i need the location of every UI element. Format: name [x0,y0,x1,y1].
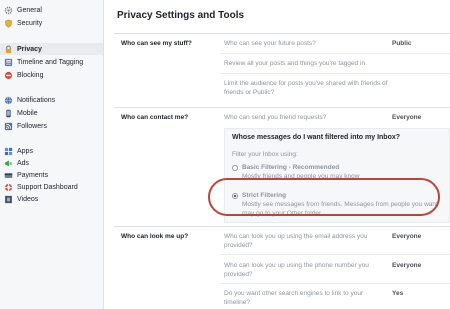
filter-title: Whose messages do I want filtered into m… [232,134,401,141]
sidebar-item-payments[interactable]: Payments [0,169,103,181]
filter-subtitle: Filter your Inbox using: [232,151,298,158]
inbox-filter-panel: Whose messages do I want filtered into m… [224,128,450,223]
section-label: Who can contact me? [121,114,189,121]
sidebar-item-timeline-and-tagging[interactable]: Timeline and Tagging [0,56,103,68]
section-who-can-see-my-stuff: Who can see my stuff? Who can see your f… [114,33,450,107]
sidebar-item-label: General [17,6,42,14]
sidebar-item-label: Mobile [17,109,38,117]
strict-filtering-description: Mostly see messages from friends. Messag… [242,201,438,217]
block-icon [4,71,13,80]
globe-icon [4,96,13,105]
sidebar-item-label: Notifications [17,96,56,104]
strict-filtering-radio[interactable] [232,193,238,199]
sidebar-item-label: Apps [17,147,33,155]
row-divider [220,53,450,54]
sidebar-item-label: Ads [17,159,30,167]
payments-icon [4,171,13,180]
setting-question[interactable]: Who can look you up using the phone numb… [224,262,384,279]
basic-filtering-label[interactable]: Basic Filtering - Recommended [242,164,339,171]
settings-sidebar: General Security Privacy Timeline and Ta… [0,0,104,309]
support-icon [4,183,13,192]
sidebar-item-label: Privacy [17,45,42,53]
sidebar-item-general[interactable]: General [0,4,103,16]
section-who-can-contact-me: Who can contact me? Who can send you fri… [114,107,450,226]
sidebar-item-privacy[interactable]: Privacy [0,43,103,55]
sidebar-item-label: Timeline and Tagging [17,58,84,66]
lock-icon [4,45,13,54]
setting-value[interactable]: Everyone [392,114,421,121]
section-who-can-look-me-up: Who can look me up? Who can look you up … [114,226,450,309]
apps-icon [4,147,13,156]
strict-filtering-label[interactable]: Strict Filtering [242,192,286,199]
sidebar-item-security[interactable]: Security [0,17,103,29]
sidebar-item-mobile[interactable]: Mobile [0,107,103,119]
row-divider [220,254,450,255]
setting-question[interactable]: Who can see your future posts? [224,40,402,49]
section-label: Who can see my stuff? [121,40,192,47]
rss-icon [4,122,13,131]
setting-question[interactable]: Who can look you up using the email addr… [224,233,384,250]
sidebar-item-followers[interactable]: Followers [0,120,103,132]
sidebar-item-label: Videos [17,195,39,203]
setting-question[interactable]: Review all your posts and things you're … [224,60,402,69]
setting-value[interactable]: Yes [392,290,403,297]
sidebar-item-label: Followers [17,122,47,130]
basic-filtering-radio[interactable] [232,165,238,171]
shield-icon [4,19,13,28]
main-content: Privacy Settings and Tools Who can see m… [105,0,450,309]
row-divider [220,283,450,284]
mobile-icon [4,109,13,118]
sidebar-item-label: Support Dashboard [17,183,78,191]
setting-question[interactable]: Do you want other search engines to link… [224,290,384,307]
sidebar-item-label: Security [17,19,43,27]
sidebar-item-videos[interactable]: Videos [0,193,103,205]
gear-icon [4,6,13,15]
ads-icon [4,159,13,168]
sidebar-item-label: Payments [17,171,49,179]
sidebar-item-support-dashboard[interactable]: Support Dashboard [0,181,103,193]
setting-value[interactable]: Everyone [392,262,421,269]
sidebar-item-blocking[interactable]: Blocking [0,69,103,81]
timeline-icon [4,58,13,67]
page-title: Privacy Settings and Tools [117,10,245,21]
basic-filtering-description: Mostly friends and people you may know [242,173,360,180]
setting-question[interactable]: Limit the audience for posts you've shar… [224,80,399,97]
sidebar-item-label: Blocking [17,71,44,79]
setting-value[interactable]: Public [392,40,412,47]
section-label: Who can look me up? [121,233,189,240]
sidebar-item-apps[interactable]: Apps [0,145,103,157]
videos-icon [4,195,13,204]
sidebar-item-ads[interactable]: Ads [0,157,103,169]
row-divider [220,73,450,74]
setting-value[interactable]: Everyone [392,233,421,240]
sidebar-item-notifications[interactable]: Notifications [0,94,103,106]
setting-question[interactable]: Who can send you friend requests? [224,114,402,123]
